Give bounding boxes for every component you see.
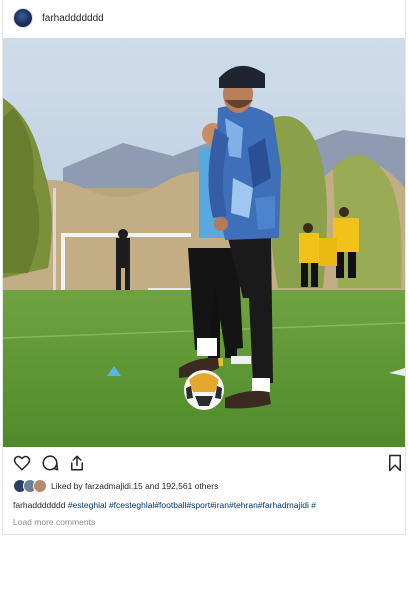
load-more-comments[interactable]: Load more comments	[13, 517, 95, 527]
liked-by-prefix: Liked by	[51, 481, 83, 491]
likes-row: Liked by farzadmajidi.15 and 192,561 oth…	[13, 478, 218, 494]
liker-avatars[interactable]	[13, 479, 47, 493]
caption-hashtags[interactable]: #esteghlal #fcesteghlal#football#sport#i…	[68, 500, 316, 510]
liked-by-count[interactable]: and 192,561 others	[145, 481, 218, 491]
football-player-photo	[3, 38, 405, 447]
comment-icon[interactable]	[41, 454, 59, 477]
post-card: farhaddddddd Liked by farzadmajidi.15 an…	[2, 0, 406, 535]
caption-username[interactable]: farhaddddddd	[13, 500, 65, 510]
post-caption: farhaddddddd #esteghlal #fcesteghlal#foo…	[13, 500, 316, 510]
share-icon[interactable]	[68, 454, 86, 477]
liker-avatar[interactable]	[33, 479, 47, 493]
post-username[interactable]: farhaddddddd	[42, 13, 104, 24]
post-header: farhaddddddd	[13, 6, 104, 30]
likes-summary: Liked by farzadmajidi.15 and 192,561 oth…	[51, 481, 218, 491]
heart-icon[interactable]	[13, 454, 31, 477]
post-photo[interactable]	[3, 38, 405, 447]
user-avatar[interactable]	[13, 8, 33, 28]
liked-by-user[interactable]: farzadmajidi.15	[85, 481, 143, 491]
post-actions	[13, 454, 401, 477]
bookmark-icon[interactable]	[387, 454, 403, 477]
